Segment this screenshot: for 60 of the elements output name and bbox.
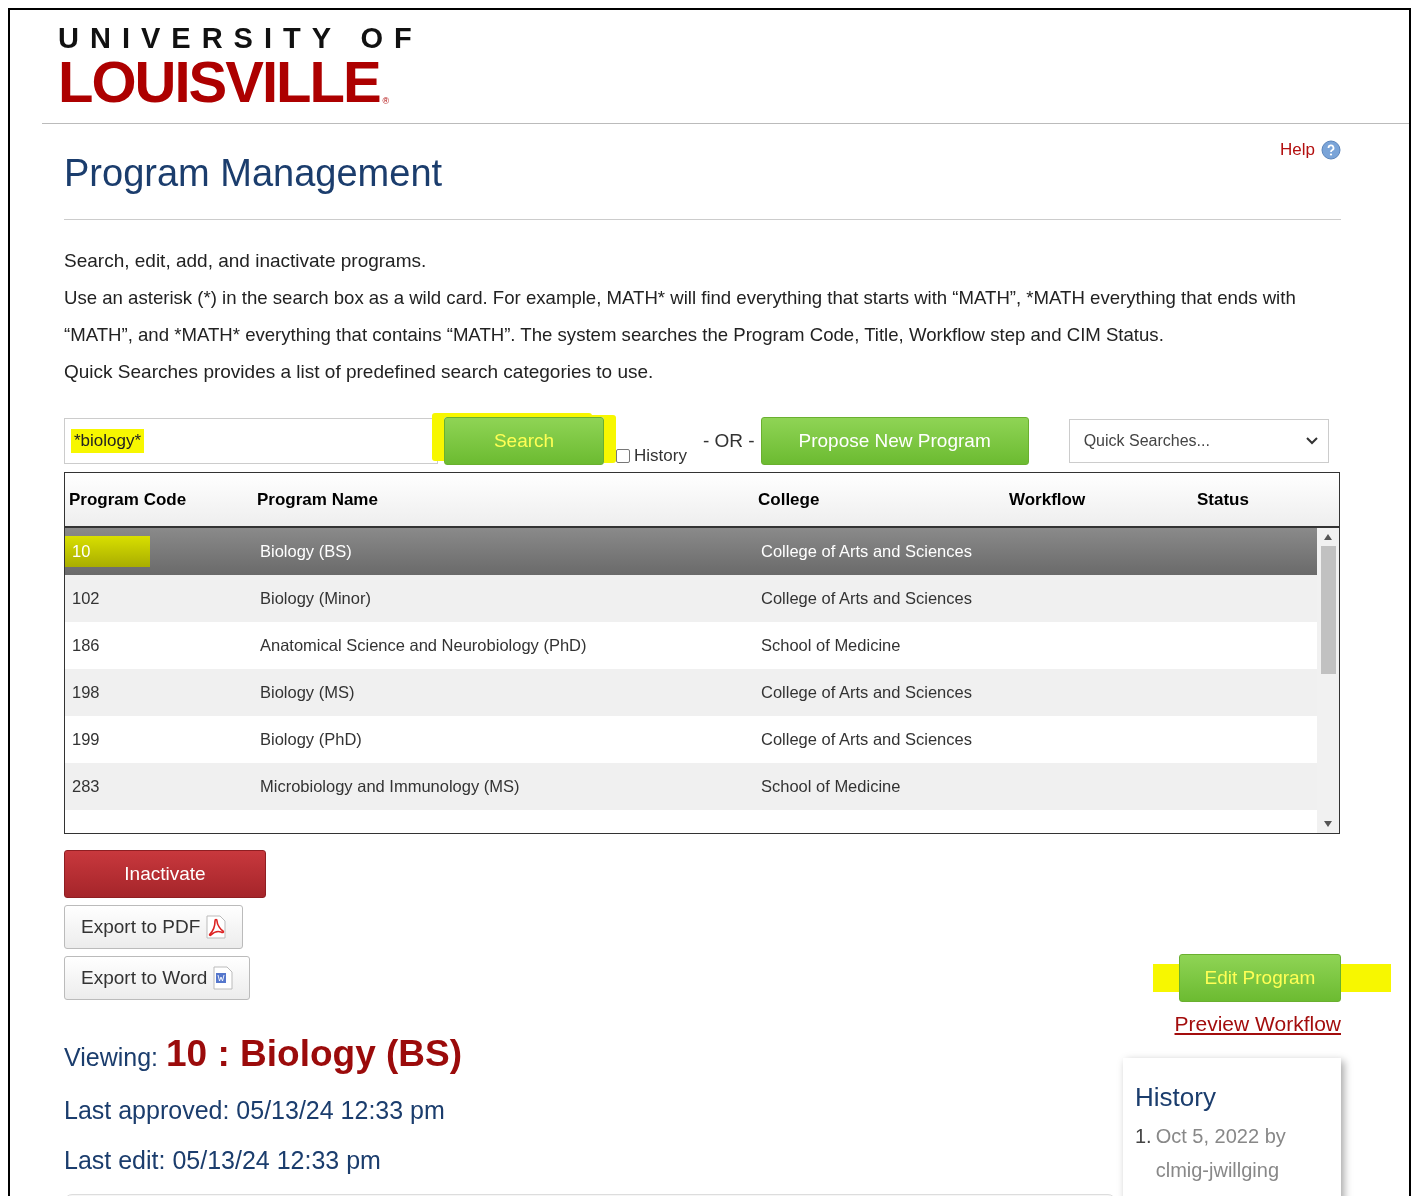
program-code: 10 bbox=[65, 536, 151, 567]
table-row[interactable]: 10 Biology (BS) College of Arts and Sciences bbox=[65, 528, 1317, 575]
program-code: 198 bbox=[71, 683, 101, 702]
scrollbar[interactable] bbox=[1317, 528, 1339, 833]
column-header[interactable]: Program Code bbox=[65, 489, 253, 510]
pdf-icon bbox=[206, 915, 227, 939]
inactivate-button[interactable]: Inactivate bbox=[64, 850, 266, 898]
registered-mark: ® bbox=[382, 96, 390, 106]
logo-wordmark: UNIVERSITY OF bbox=[58, 22, 423, 54]
scroll-down-icon[interactable] bbox=[1324, 821, 1332, 827]
program-code: 186 bbox=[71, 636, 101, 655]
table-row[interactable]: 102 Biology (Minor) College of Arts and Sciences bbox=[65, 575, 1317, 622]
or-separator: - OR - bbox=[702, 430, 755, 452]
college-name: College of Arts and Sciences bbox=[760, 683, 973, 702]
chevron-down-icon bbox=[1305, 437, 1318, 445]
column-header[interactable]: Program Name bbox=[253, 489, 754, 510]
search-field[interactable]: *biology* bbox=[64, 418, 438, 464]
college-name: College of Arts and Sciences bbox=[760, 730, 973, 749]
viewing-program: 10 : Biology (BS) bbox=[166, 1033, 463, 1075]
program-name: Anatomical Science and Neurobiology (PhD) bbox=[259, 636, 588, 655]
table-row[interactable]: 198 Biology (MS) College of Arts and Sciences bbox=[65, 669, 1317, 716]
college-name: College of Arts and Sciences bbox=[760, 589, 973, 608]
intro-text: Search, edit, add, and inactivate programs. bbox=[64, 249, 428, 273]
export-button[interactable]: Export to PDF bbox=[64, 905, 244, 949]
program-code: 199 bbox=[71, 730, 101, 749]
last-edit-text: Last edit: 05/13/24 12:33 pm bbox=[64, 1146, 381, 1175]
program-code: 102 bbox=[71, 589, 101, 608]
table-row[interactable]: 186 Anatomical Science and Neurobiology (PhD) School of Medicine bbox=[65, 622, 1317, 669]
program-name: Biology (Minor) bbox=[259, 589, 372, 608]
program-name: Biology (PhD) bbox=[259, 730, 363, 749]
help-link[interactable]: Help bbox=[1280, 140, 1341, 160]
intro-text: Use an asterisk (*) in the search box as a wild card. For example, MATH* will find everything that starts with “MATH”, *MATH everything that ends with “MATH”, and *MATH* everything that contains “MATH”. The system searches the Program Code, Title, Workflow step and CIM Status. bbox=[64, 286, 1297, 347]
college-name: College of Arts and Sciences bbox=[760, 542, 973, 561]
scroll-up-icon[interactable] bbox=[1324, 534, 1332, 540]
last-approved-text: Last approved: 05/13/24 12:33 pm bbox=[64, 1096, 445, 1125]
college-name: School of Medicine bbox=[760, 777, 902, 796]
help-icon bbox=[1321, 140, 1341, 160]
column-header[interactable]: Status bbox=[1193, 489, 1317, 510]
table-row[interactable]: 283 Microbiology and Immunology (MS) School of Medicine bbox=[65, 763, 1317, 810]
college-name: School of Medicine bbox=[760, 636, 902, 655]
intro-text: Quick Searches provides a list of predefined search categories to use. bbox=[64, 360, 655, 384]
program-code: 283 bbox=[71, 777, 101, 796]
preview-workflow-link[interactable]: Preview Workflow bbox=[1174, 1012, 1341, 1036]
quick-searches-dropdown[interactable]: Quick Searches... bbox=[1068, 419, 1329, 463]
viewing-label: Viewing: bbox=[64, 1043, 159, 1072]
document-icon bbox=[213, 966, 234, 990]
history-entry: Oct 5, 2022 by clmig-jwillging bbox=[1155, 1124, 1287, 1183]
column-header[interactable]: Workflow bbox=[1005, 489, 1193, 510]
program-name: Biology (BS) bbox=[259, 542, 353, 561]
history-label: History bbox=[634, 446, 687, 466]
history-checkbox[interactable] bbox=[616, 449, 630, 463]
program-name: Microbiology and Immunology (MS) bbox=[259, 777, 521, 796]
history-title: History bbox=[1135, 1082, 1217, 1113]
program-name: Biology (MS) bbox=[259, 683, 356, 702]
entry-number: 1. bbox=[1135, 1124, 1152, 1149]
export-button[interactable]: Export to Word bbox=[64, 956, 251, 1000]
page-title: Program Management bbox=[64, 152, 443, 195]
column-header[interactable]: College bbox=[754, 489, 1005, 510]
logo-title: LOUISVILLE bbox=[58, 54, 380, 110]
table-row[interactable]: 199 Biology (PhD) College of Arts and Sciences bbox=[65, 716, 1317, 763]
